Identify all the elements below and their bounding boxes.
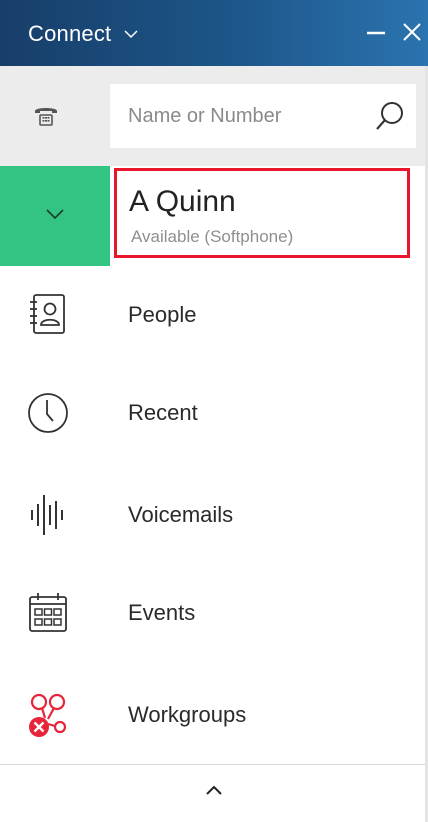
close-button[interactable] (398, 18, 426, 50)
nav-item-people[interactable]: People (0, 266, 428, 366)
dialpad-button[interactable] (28, 100, 64, 134)
nav-item-label: People (128, 302, 197, 327)
connect-app-window: Connect Name or Number A Quinn Available… (0, 0, 428, 822)
search-field (110, 84, 416, 148)
workgroups-icon (24, 691, 72, 739)
contacts-book-icon (24, 291, 72, 339)
user-presence-card[interactable]: A Quinn Available (Softphone) (114, 168, 410, 258)
title-bar: Connect (0, 0, 428, 66)
nav-item-voicemails[interactable]: Voicemails (0, 466, 428, 566)
close-icon (401, 21, 423, 48)
calendar-icon (24, 589, 72, 637)
nav-item-label: Voicemails (128, 502, 234, 527)
nav-item-recent[interactable]: Recent (0, 364, 428, 464)
search-icon[interactable] (374, 100, 406, 132)
app-title: Connect (28, 21, 112, 46)
app-menu-button[interactable]: Connect (28, 18, 139, 50)
availability-status: Available (Softphone) (131, 227, 294, 246)
user-name: A Quinn (129, 185, 236, 218)
minimize-icon (365, 21, 387, 48)
presence-status-toggle[interactable] (0, 166, 110, 266)
footer-divider (0, 764, 428, 765)
collapse-button[interactable] (194, 776, 234, 808)
nav-item-label: Recent (128, 400, 198, 425)
phone-icon (31, 100, 61, 135)
nav-item-label: Workgroups (128, 702, 247, 727)
voicemail-waveform-icon (24, 491, 72, 539)
nav-item-workgroups[interactable]: Workgroups (0, 666, 428, 766)
nav-list: People Recent Voicemails Events Workgrou… (0, 266, 428, 738)
nav-item-events[interactable]: Events (0, 564, 428, 664)
minimize-button[interactable] (362, 18, 390, 50)
chevron-up-icon (203, 779, 225, 806)
chevron-down-icon (123, 26, 139, 42)
search-input[interactable] (128, 94, 364, 138)
search-bar (0, 66, 428, 166)
nav-item-label: Events (128, 600, 196, 625)
chevron-down-icon (44, 203, 66, 230)
presence-row: A Quinn Available (Softphone) (0, 166, 428, 266)
clock-icon (24, 389, 72, 437)
